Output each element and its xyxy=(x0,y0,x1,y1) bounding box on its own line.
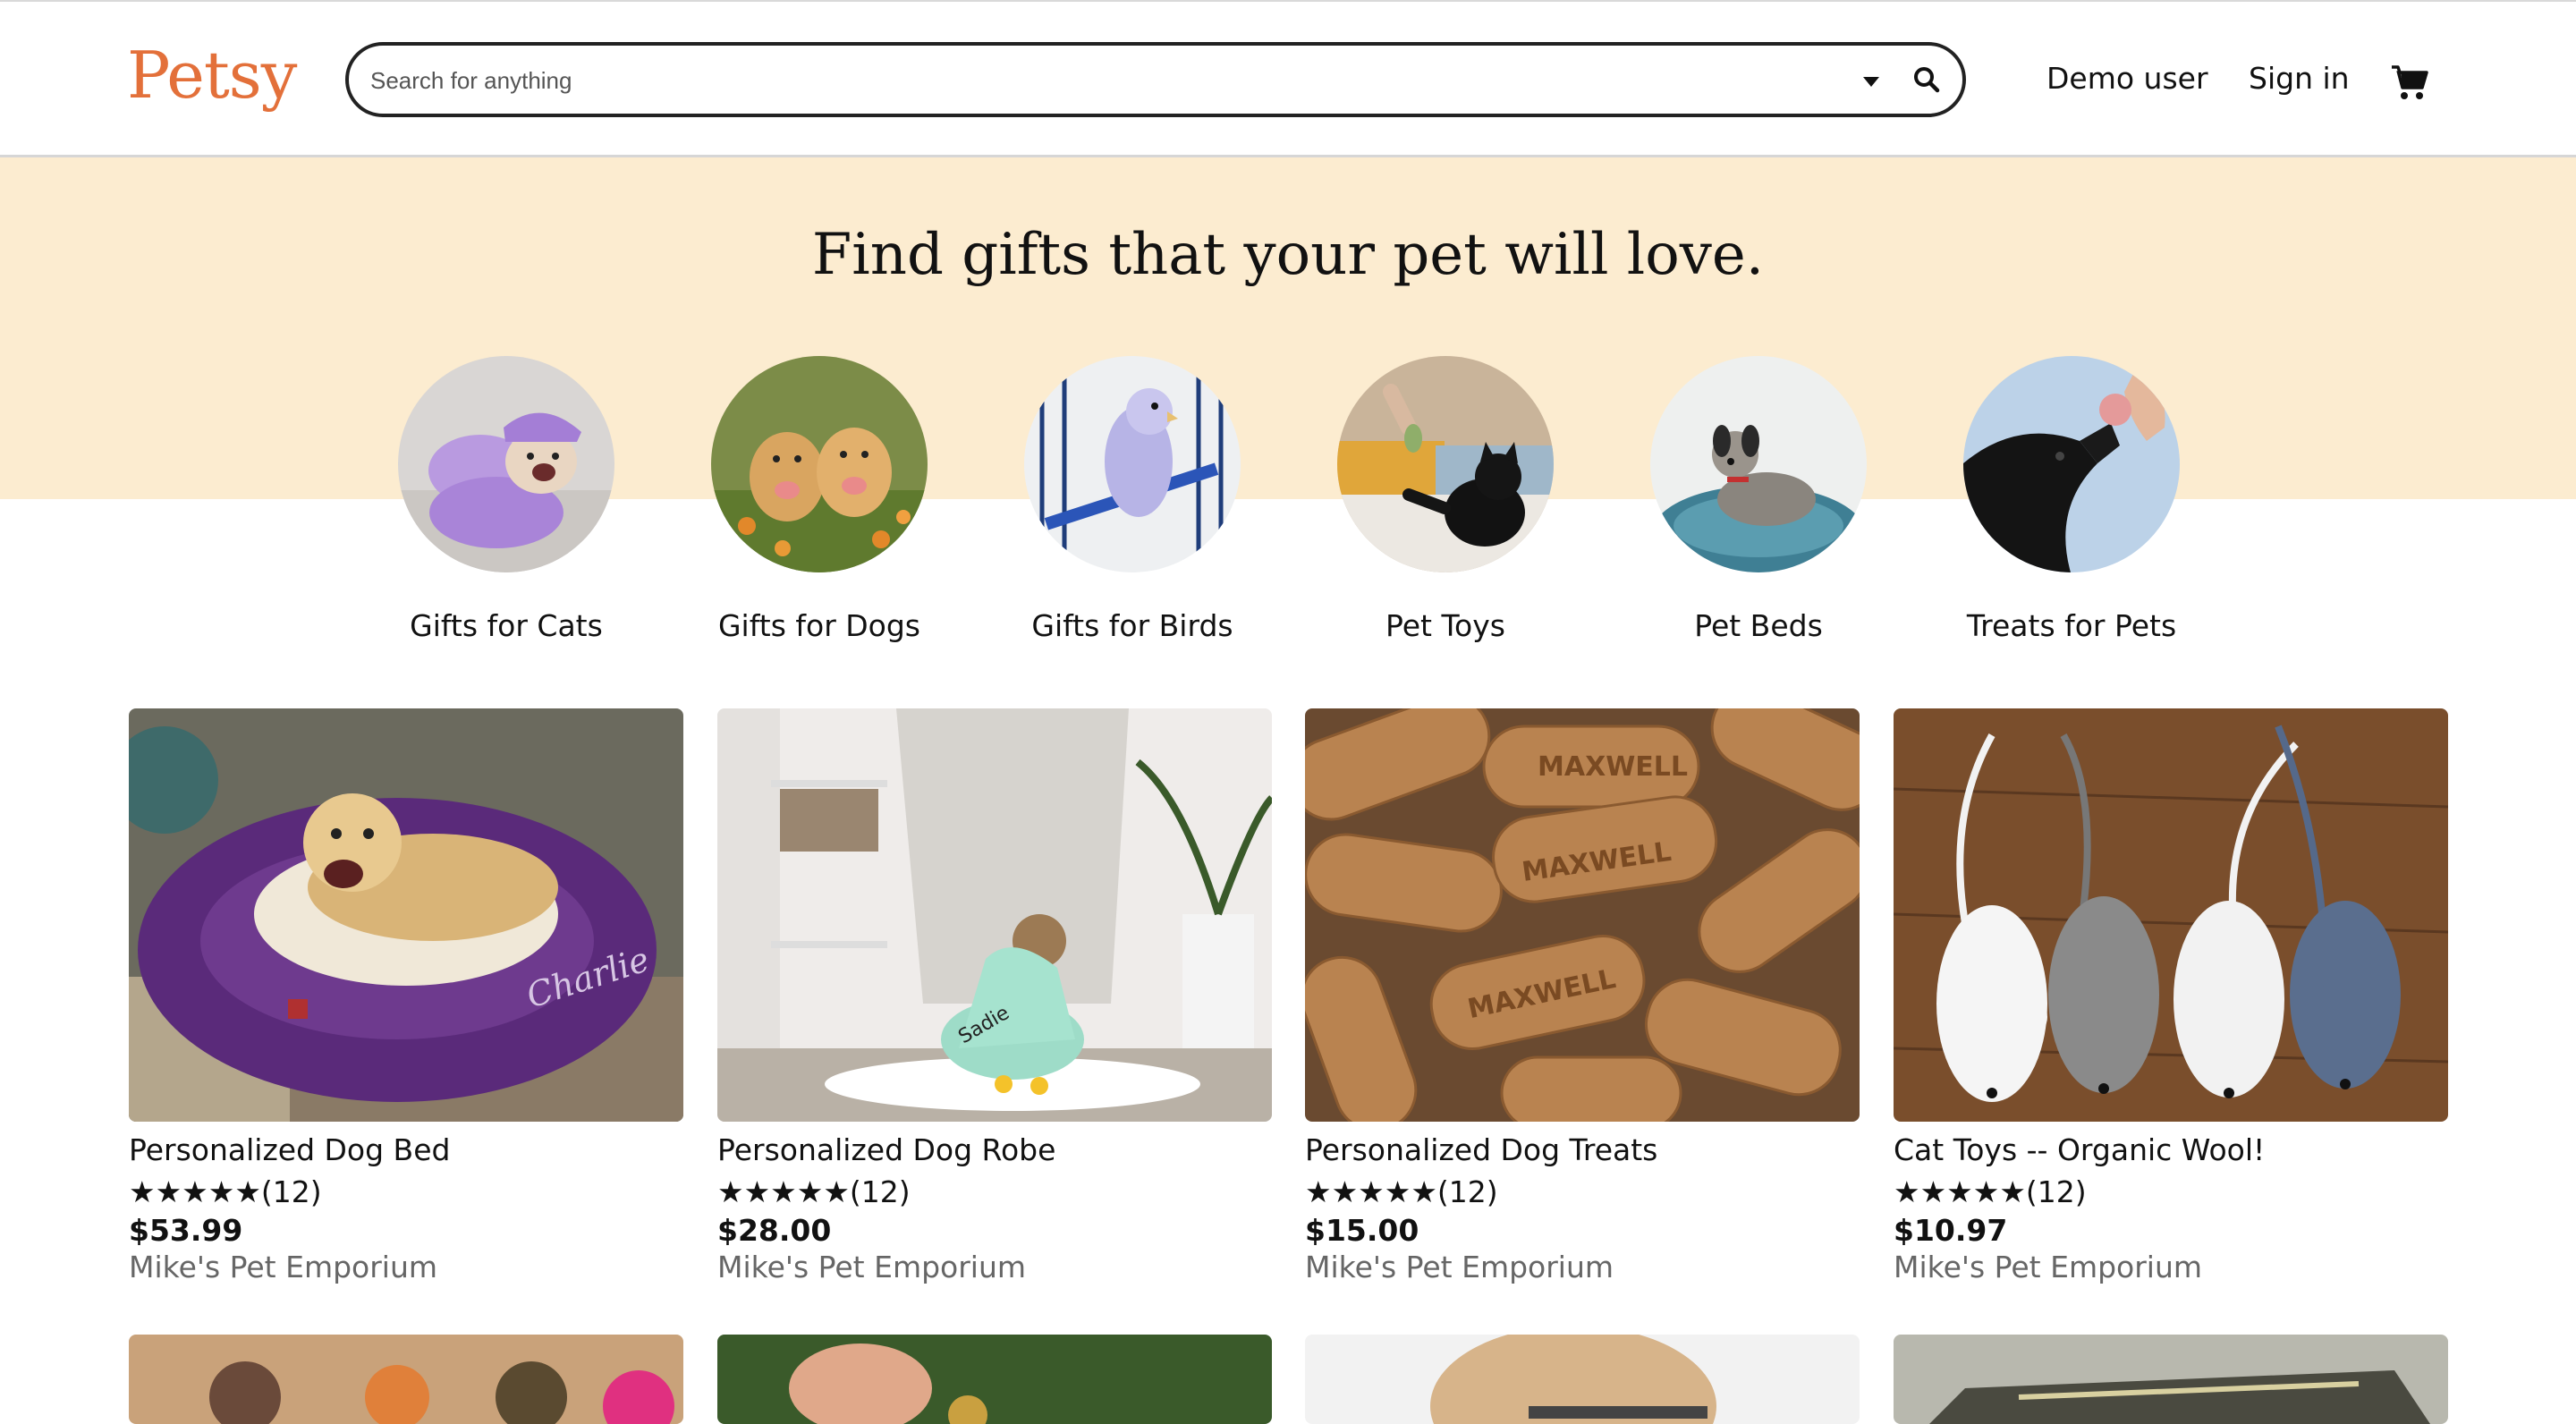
category-label: Gifts for Birds xyxy=(1031,608,1233,643)
star-icons: ★★★★★ xyxy=(1894,1174,2026,1209)
product-title[interactable]: Cat Toys -- Organic Wool! xyxy=(1894,1132,2448,1167)
shop-name[interactable]: Mike's Pet Emporium xyxy=(1305,1250,1860,1284)
product-image-dog-glasses[interactable] xyxy=(1305,1335,1860,1424)
parakeet-image xyxy=(1024,356,1241,572)
product-image-wool-mice xyxy=(1894,708,2448,1122)
search-bar xyxy=(345,42,1966,117)
product-title[interactable]: Personalized Dog Bed xyxy=(129,1132,683,1167)
shop-name[interactable]: Mike's Pet Emporium xyxy=(1894,1250,2448,1284)
star-icons: ★★★★★ xyxy=(129,1174,261,1209)
product-image-dog-treats: MAXWELL MAXWELL MAXWELL xyxy=(1305,708,1860,1122)
category-treats-for-pets[interactable]: Treats for Pets xyxy=(1937,356,2206,643)
dog-on-bed-image xyxy=(1650,356,1867,572)
product-card[interactable]: Sadie Personalized Dog Robe ★★★★★(12) $2… xyxy=(717,708,1272,1284)
product-card[interactable]: Charlie Personalized Dog Bed ★★★★★(12) $… xyxy=(129,708,683,1284)
hero-title: Find gifts that your pet will love. xyxy=(811,222,1765,288)
category-pet-beds[interactable]: Pet Beds xyxy=(1624,356,1893,643)
shop-name[interactable]: Mike's Pet Emporium xyxy=(129,1250,683,1284)
category-gifts-for-dogs[interactable]: Gifts for Dogs xyxy=(685,356,953,643)
category-gifts-for-cats[interactable]: Gifts for Cats xyxy=(372,356,640,643)
product-rating: ★★★★★(12) xyxy=(717,1174,1272,1209)
product-card[interactable]: Cat Toys -- Organic Wool! ★★★★★(12) $10.… xyxy=(1894,708,2448,1284)
puppies-image xyxy=(711,356,928,572)
review-count: (12) xyxy=(1436,1174,1498,1209)
product-price: $10.97 xyxy=(1894,1213,2008,1248)
product-price: $28.00 xyxy=(717,1213,832,1248)
category-label: Pet Beds xyxy=(1694,608,1823,643)
product-image-pet-item[interactable] xyxy=(1894,1335,2448,1424)
category-label: Pet Toys xyxy=(1385,608,1505,643)
site-logo[interactable]: Petsy xyxy=(127,38,297,113)
product-rating: ★★★★★(12) xyxy=(1305,1174,1860,1209)
product-image-tag[interactable] xyxy=(717,1335,1272,1424)
star-icons: ★★★★★ xyxy=(1305,1174,1437,1209)
star-icons: ★★★★★ xyxy=(717,1174,850,1209)
shop-name[interactable]: Mike's Pet Emporium xyxy=(717,1250,1272,1284)
product-card[interactable]: MAXWELL MAXWELL MAXWELL Personalized Dog… xyxy=(1305,708,1860,1284)
review-count: (12) xyxy=(849,1174,911,1209)
product-rating: ★★★★★(12) xyxy=(1894,1174,2448,1209)
search-dropdown-icon[interactable] xyxy=(1853,64,1889,99)
search-input[interactable] xyxy=(369,58,1803,103)
product-image-dog-bed: Charlie xyxy=(129,708,683,1122)
dog-treat-image xyxy=(1963,356,2180,572)
sign-in-link[interactable]: Sign in xyxy=(2249,61,2350,96)
product-price: $15.00 xyxy=(1305,1213,1419,1248)
category-pet-toys[interactable]: Pet Toys xyxy=(1311,356,1580,643)
search-icon[interactable] xyxy=(1907,60,1948,101)
user-menu-link[interactable]: Demo user xyxy=(2046,61,2208,96)
site-header: Petsy Demo user Sign in xyxy=(0,0,2576,157)
category-gifts-for-birds[interactable]: Gifts for Birds xyxy=(998,356,1267,643)
cat-playing-image xyxy=(1337,356,1554,572)
review-count: (12) xyxy=(2025,1174,2087,1209)
product-price: $53.99 xyxy=(129,1213,243,1248)
treat-brand-text: MAXWELL xyxy=(1538,751,1688,783)
category-label: Gifts for Cats xyxy=(410,608,603,643)
product-image-dog-robe: Sadie xyxy=(717,708,1272,1122)
product-image-plush-toys[interactable] xyxy=(129,1335,683,1424)
review-count: (12) xyxy=(260,1174,322,1209)
cart-icon[interactable] xyxy=(2390,63,2429,102)
category-label: Gifts for Dogs xyxy=(717,608,920,643)
product-rating: ★★★★★(12) xyxy=(129,1174,683,1209)
product-title[interactable]: Personalized Dog Robe xyxy=(717,1132,1272,1167)
category-label: Treats for Pets xyxy=(1966,608,2177,643)
cat-in-hat-image xyxy=(398,356,614,572)
product-title[interactable]: Personalized Dog Treats xyxy=(1305,1132,1860,1167)
